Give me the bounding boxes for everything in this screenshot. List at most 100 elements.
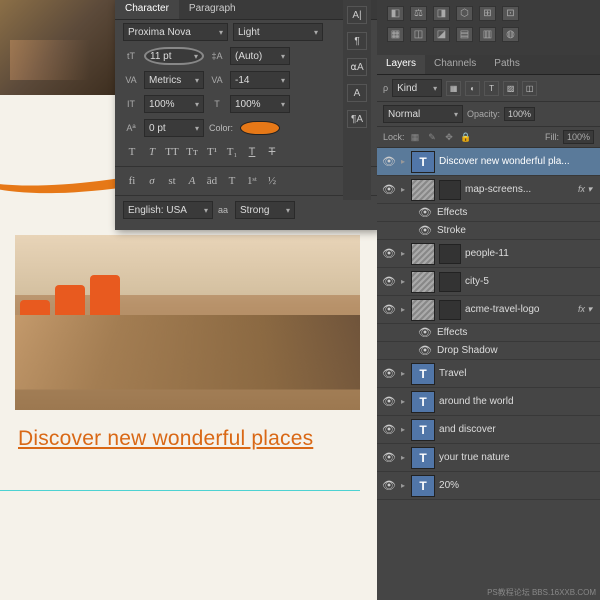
fill-value[interactable]: 100% [563, 130, 594, 144]
tab-channels[interactable]: Channels [425, 55, 485, 74]
stylistic-button[interactable]: st [163, 173, 181, 189]
opacity-value[interactable]: 100% [504, 107, 535, 121]
expand-icon[interactable]: ▸ [401, 369, 405, 378]
fractions-button[interactable]: ½ [263, 173, 281, 189]
ligatures-button[interactable]: fi [123, 173, 141, 189]
visibility-icon[interactable]: 👁 [381, 303, 397, 316]
layer-name[interactable]: and discover [439, 424, 596, 435]
lock-paint-icon[interactable]: ✎ [426, 131, 439, 144]
tab-paragraph[interactable]: Paragraph [179, 0, 246, 19]
swatch-icon[interactable]: ⊞ [479, 6, 496, 21]
expand-icon[interactable]: ▸ [401, 481, 405, 490]
tab-layers[interactable]: Layers [377, 55, 425, 74]
expand-icon[interactable]: ▸ [401, 249, 405, 258]
layer-row[interactable]: 👁 ▸ T around the world [377, 388, 600, 416]
swatch-icon[interactable]: ◨ [433, 6, 450, 21]
ordinals-button[interactable]: σ [143, 173, 161, 189]
underline-button[interactable]: T [243, 144, 261, 160]
filter-adjust-icon[interactable]: ◐ [465, 81, 480, 96]
layer-name[interactable]: city-5 [465, 276, 596, 287]
filter-shape-icon[interactable]: ▨ [503, 81, 518, 96]
leading-dropdown[interactable]: (Auto) [230, 47, 290, 65]
language-dropdown[interactable]: English: USA [123, 201, 213, 219]
sidebar-parastyle-icon[interactable]: ¶A [347, 110, 367, 128]
visibility-icon[interactable]: 👁 [381, 479, 397, 492]
layer-row[interactable]: 👁 ▸ T 20% [377, 472, 600, 500]
filter-smart-icon[interactable]: ◫ [522, 81, 537, 96]
titling-button[interactable]: ād [203, 173, 221, 189]
contextual-button[interactable]: T [223, 173, 241, 189]
swatch-icon[interactable]: ▥ [479, 27, 496, 42]
sidebar-paragraph-icon[interactable]: ¶ [347, 32, 367, 50]
ordinal-button[interactable]: 1ˢᵗ [243, 173, 261, 189]
sidebar-style-icon[interactable]: A [347, 84, 367, 102]
layer-name[interactable]: 20% [439, 480, 596, 491]
vscale-input[interactable]: 100% [144, 95, 204, 113]
bold-button[interactable]: T [123, 144, 141, 160]
layer-name[interactable]: Travel [439, 368, 596, 379]
layer-name[interactable]: your true nature [439, 452, 596, 463]
lock-all-icon[interactable]: 🔒 [460, 131, 473, 144]
lock-transparency-icon[interactable]: ▦ [409, 131, 422, 144]
baseline-input[interactable]: 0 pt [144, 119, 204, 137]
allcaps-button[interactable]: TT [163, 144, 181, 160]
expand-icon[interactable]: ▸ [401, 157, 405, 166]
expand-icon[interactable]: ▸ [401, 305, 405, 314]
layer-row[interactable]: 👁 ▸ T your true nature [377, 444, 600, 472]
layer-row[interactable]: 👁 ▸ T Travel [377, 360, 600, 388]
visibility-icon[interactable]: 👁 [381, 183, 397, 196]
italic-button[interactable]: T [143, 144, 161, 160]
expand-icon[interactable]: ▸ [401, 185, 405, 194]
layer-name[interactable]: acme-travel-logo [465, 304, 574, 315]
visibility-icon[interactable]: 👁 [417, 344, 433, 357]
layer-row[interactable]: 👁 ▸ city-5 [377, 268, 600, 296]
visibility-icon[interactable]: 👁 [381, 423, 397, 436]
layer-effect-row[interactable]: 👁Stroke [377, 222, 600, 240]
filter-pixel-icon[interactable]: ▦ [446, 81, 461, 96]
swatch-icon[interactable]: ⊡ [502, 6, 519, 21]
subscript-button[interactable]: T₁ [223, 144, 241, 160]
superscript-button[interactable]: T¹ [203, 144, 221, 160]
swatch-icon[interactable]: ▤ [456, 27, 473, 42]
smallcaps-button[interactable]: Tᴛ [183, 144, 201, 160]
visibility-icon[interactable]: 👁 [417, 206, 433, 219]
headline-text[interactable]: Discover new wonderful places [18, 427, 313, 451]
expand-icon[interactable]: ▸ [401, 397, 405, 406]
blend-mode-dropdown[interactable]: Normal [383, 105, 463, 123]
lock-position-icon[interactable]: ✥ [443, 131, 456, 144]
swatch-icon[interactable]: ⬡ [456, 6, 473, 21]
layer-name[interactable]: around the world [439, 396, 596, 407]
visibility-icon[interactable]: 👁 [381, 247, 397, 260]
swatch-icon[interactable]: ⚖ [410, 6, 427, 21]
swash-button[interactable]: A [183, 173, 201, 189]
layer-name[interactable]: Discover new wonderful pla... [439, 156, 596, 167]
visibility-icon[interactable]: 👁 [381, 367, 397, 380]
strikethrough-button[interactable]: T [263, 144, 281, 160]
expand-icon[interactable]: ▸ [401, 425, 405, 434]
text-color-swatch[interactable] [240, 121, 280, 135]
swatch-icon[interactable]: ◍ [502, 27, 519, 42]
antialias-dropdown[interactable]: Strong [235, 201, 295, 219]
kerning-dropdown[interactable]: Metrics [144, 71, 204, 89]
swatch-icon[interactable]: ◫ [410, 27, 427, 42]
tab-paths[interactable]: Paths [485, 55, 529, 74]
font-family-dropdown[interactable]: Proxima Nova [123, 23, 228, 41]
visibility-icon[interactable]: 👁 [381, 275, 397, 288]
fx-badge[interactable]: fx ▾ [578, 304, 592, 315]
fx-badge[interactable]: fx ▾ [578, 184, 592, 195]
visibility-icon[interactable]: 👁 [417, 224, 433, 237]
layer-row[interactable]: 👁 ▸ map-screens... fx ▾ [377, 176, 600, 204]
visibility-icon[interactable]: 👁 [381, 155, 397, 168]
layer-effect-row[interactable]: 👁Effects [377, 204, 600, 222]
filter-kind-dropdown[interactable]: Kind [392, 79, 442, 97]
visibility-icon[interactable]: 👁 [381, 451, 397, 464]
hscale-input[interactable]: 100% [230, 95, 290, 113]
swatch-icon[interactable]: ◧ [387, 6, 404, 21]
layer-row[interactable]: 👁 ▸ acme-travel-logo fx ▾ [377, 296, 600, 324]
layer-effect-row[interactable]: 👁Drop Shadow [377, 342, 600, 360]
expand-icon[interactable]: ▸ [401, 453, 405, 462]
filter-type-icon[interactable]: T [484, 81, 499, 96]
layer-name[interactable]: map-screens... [465, 184, 574, 195]
layer-name[interactable]: people-11 [465, 248, 596, 259]
sidebar-glyph-icon[interactable]: ⍺A [347, 58, 367, 76]
